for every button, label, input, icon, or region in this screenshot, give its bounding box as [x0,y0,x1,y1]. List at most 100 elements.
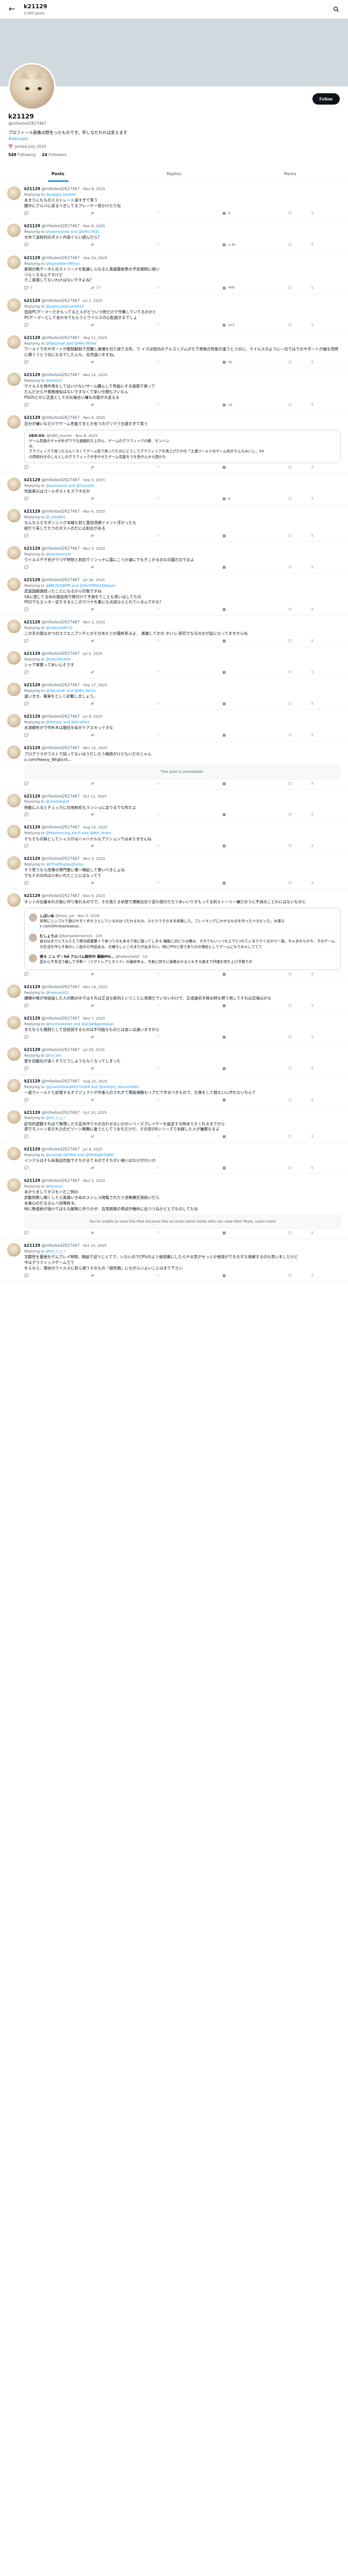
reply-button[interactable]: 💬 [24,465,45,470]
post-date[interactable]: · Sep 3, 2025 [81,478,105,482]
like-button[interactable]: ♡ [156,844,177,849]
like-button[interactable]: ♡ [156,782,177,786]
post[interactable]: k21129 @mfavbxd2K27467 · Sep 3, 2025 Repl… [0,473,348,505]
bookmark-button[interactable]: ☐ [288,812,308,817]
views-button[interactable]: ▩ [222,1166,242,1171]
repost-button[interactable]: ⇄ [90,844,111,849]
bookmark-button[interactable]: ☐ [288,1274,308,1278]
share-button[interactable]: ⇧ [310,972,330,977]
thread-avatar[interactable] [29,913,37,922]
reply-button[interactable]: 💬 [24,1004,45,1008]
thread-item[interactable]: しばいぬ @Hole_jyo · Nov 5, 2025 非常にシンプルで遊びやす… [29,911,336,932]
post-date[interactable]: · Aug 22, 2025 [81,1079,108,1083]
post-date[interactable]: · Nov 5, 2025 [81,1179,105,1183]
like-button[interactable]: ♡ [156,565,177,570]
reply-button[interactable]: 💬 [24,565,45,570]
post[interactable]: k21129 @mfavbxd2K27467 · Jul 8, 2025 Repl… [0,710,348,741]
post-avatar[interactable] [7,1015,21,1029]
post[interactable]: k21129 @mfavbxd2K27467 · Oct 20, 2025 Rep… [0,1239,348,1282]
post[interactable]: k21129 @mfavbxd2K27467 · Jul 1, 2025 Repl… [0,294,348,331]
repost-button[interactable]: ⇄ [90,1066,111,1071]
views-button[interactable]: ▩ [222,534,242,538]
share-button[interactable]: ⇧ [310,812,330,817]
post-date[interactable]: · Aug 15, 2025 [81,825,108,829]
post-avatar[interactable] [7,1243,21,1257]
post[interactable]: k21129 @mfavbxd2K27467 · Nov 12, 2025 Rep… [0,368,348,412]
post-avatar[interactable] [7,1178,21,1192]
repost-button[interactable]: ⇄ [90,1134,111,1139]
bookmark-button[interactable]: ☐ [288,639,308,643]
reply-to-handle[interactable]: @yaneyaneb and @tehu7831 [46,230,100,234]
share-button[interactable]: ⇧ [310,211,330,216]
views-button[interactable]: ▩ [222,565,242,570]
post[interactable]: k21129 @mfavbxd2K27467 · Jul 30, 2025 Rep… [0,573,348,616]
reply-to-handle[interactable]: @FThePlasbosZkaYui [46,862,84,867]
post-date[interactable]: · Nov 12, 2025 [81,373,108,377]
bookmark-button[interactable]: ☐ [288,702,308,706]
post-author-name[interactable]: k21129 [24,1079,40,1083]
reply-to-handle[interactable]: @yaneyanyan [46,552,72,556]
like-button[interactable]: ♡ [156,465,177,470]
reply-button[interactable]: 💬 [24,812,45,817]
repost-button[interactable]: ⇄ [90,360,111,365]
post-author-name[interactable]: k21129 [24,335,40,340]
post-avatar[interactable] [7,745,21,759]
reply-button[interactable]: 💬 [24,1134,45,1139]
post[interactable]: k21129 @mfavbxd2K27467 · Oct 20, 2025 Rep… [0,1106,348,1143]
post-date[interactable]: · Jul 30, 2025 [81,578,105,582]
reply-button[interactable]: 💬 1 [24,285,45,290]
post-author-name[interactable]: k21129 [24,224,40,228]
tab-media[interactable]: Media [232,166,348,182]
post[interactable]: k21129 @mfavbxd2K27467 · Jul 29, 2025 Rep… [0,1043,348,1075]
share-button[interactable]: ⇧ [310,782,330,786]
reply-button[interactable]: 💬 [24,1035,45,1040]
reply-button[interactable]: 💬 [24,844,45,849]
thread-avatar[interactable] [29,954,37,962]
profile-avatar[interactable] [8,63,56,110]
post-avatar[interactable] [7,856,21,870]
post-author-name[interactable]: k21129 [24,1147,40,1151]
post-avatar[interactable] [7,893,21,907]
like-button[interactable]: ♡ [156,1035,177,1040]
like-button[interactable]: ♡ [156,323,177,328]
post-author-name[interactable]: k21129 [24,620,40,624]
reply-button[interactable]: 💬 [24,733,45,738]
post-avatar[interactable] [7,620,21,634]
bookmark-button[interactable]: ☐ [288,1098,308,1103]
like-button[interactable]: ♡ [156,211,177,216]
reply-button[interactable]: 💬 [24,1166,45,1171]
tab-replies[interactable]: Replies [116,166,232,182]
bookmark-button[interactable]: ☐ [288,360,308,365]
share-button[interactable]: ⇧ [310,1274,330,1278]
like-button[interactable]: ♡ [156,1066,177,1071]
post-avatar[interactable] [7,415,21,429]
reply-button[interactable]: 💬 [24,670,45,675]
views-button[interactable]: ▩ 8 [222,497,242,501]
post[interactable]: k21129 @mfavbxd2K27467 · Nov 9, 2025 自分が嫌… [0,411,348,473]
reply-to-handle[interactable]: @ynaishibekq8007H304 and @mvtgnr_Heuuis1… [46,1085,139,1089]
post-date[interactable]: · Nov 14, 2025 [81,985,108,989]
reply-to-handle[interactable]: @ml_n_y_l [46,1116,65,1120]
share-button[interactable]: ⇧ [310,881,330,886]
post-avatar[interactable] [7,255,21,269]
post-author-name[interactable]: k21129 [24,651,40,656]
post-author-name[interactable]: k21129 [24,794,40,799]
post-author-name[interactable]: k21129 [24,1178,40,1183]
reply-to-handle[interactable]: @chemilatok [46,800,70,804]
post-author-name[interactable]: k21129 [24,509,40,514]
views-button[interactable]: ▩ 1.4K [222,243,242,247]
views-button[interactable]: ▩ [222,607,242,612]
repost-button[interactable]: ⇄ [90,607,111,612]
post-avatar[interactable] [7,825,21,839]
post-avatar[interactable] [7,372,21,386]
post[interactable]: k21129 @mfavbxd2K27467 · Nov 14, 2025 Rep… [0,980,348,1012]
views-button[interactable]: ▩ [222,1066,242,1071]
follow-button[interactable]: Follow [312,93,340,105]
post-author-name[interactable]: k21129 [24,745,40,750]
post-author-name[interactable]: k21129 [24,1110,40,1115]
views-button[interactable]: ▩ [222,1098,242,1103]
post-author-name[interactable]: k21129 [24,714,40,719]
post[interactable]: k21129 @mfavbxd2K27467 · Nov 3, 2025 Repl… [0,616,348,648]
quoted-post[interactable]: UEO-XX- @UEO_Hunter · Nov 8, 2025 ゲーム性能のチ… [24,429,341,463]
reply-button[interactable]: 💬 [24,497,45,501]
